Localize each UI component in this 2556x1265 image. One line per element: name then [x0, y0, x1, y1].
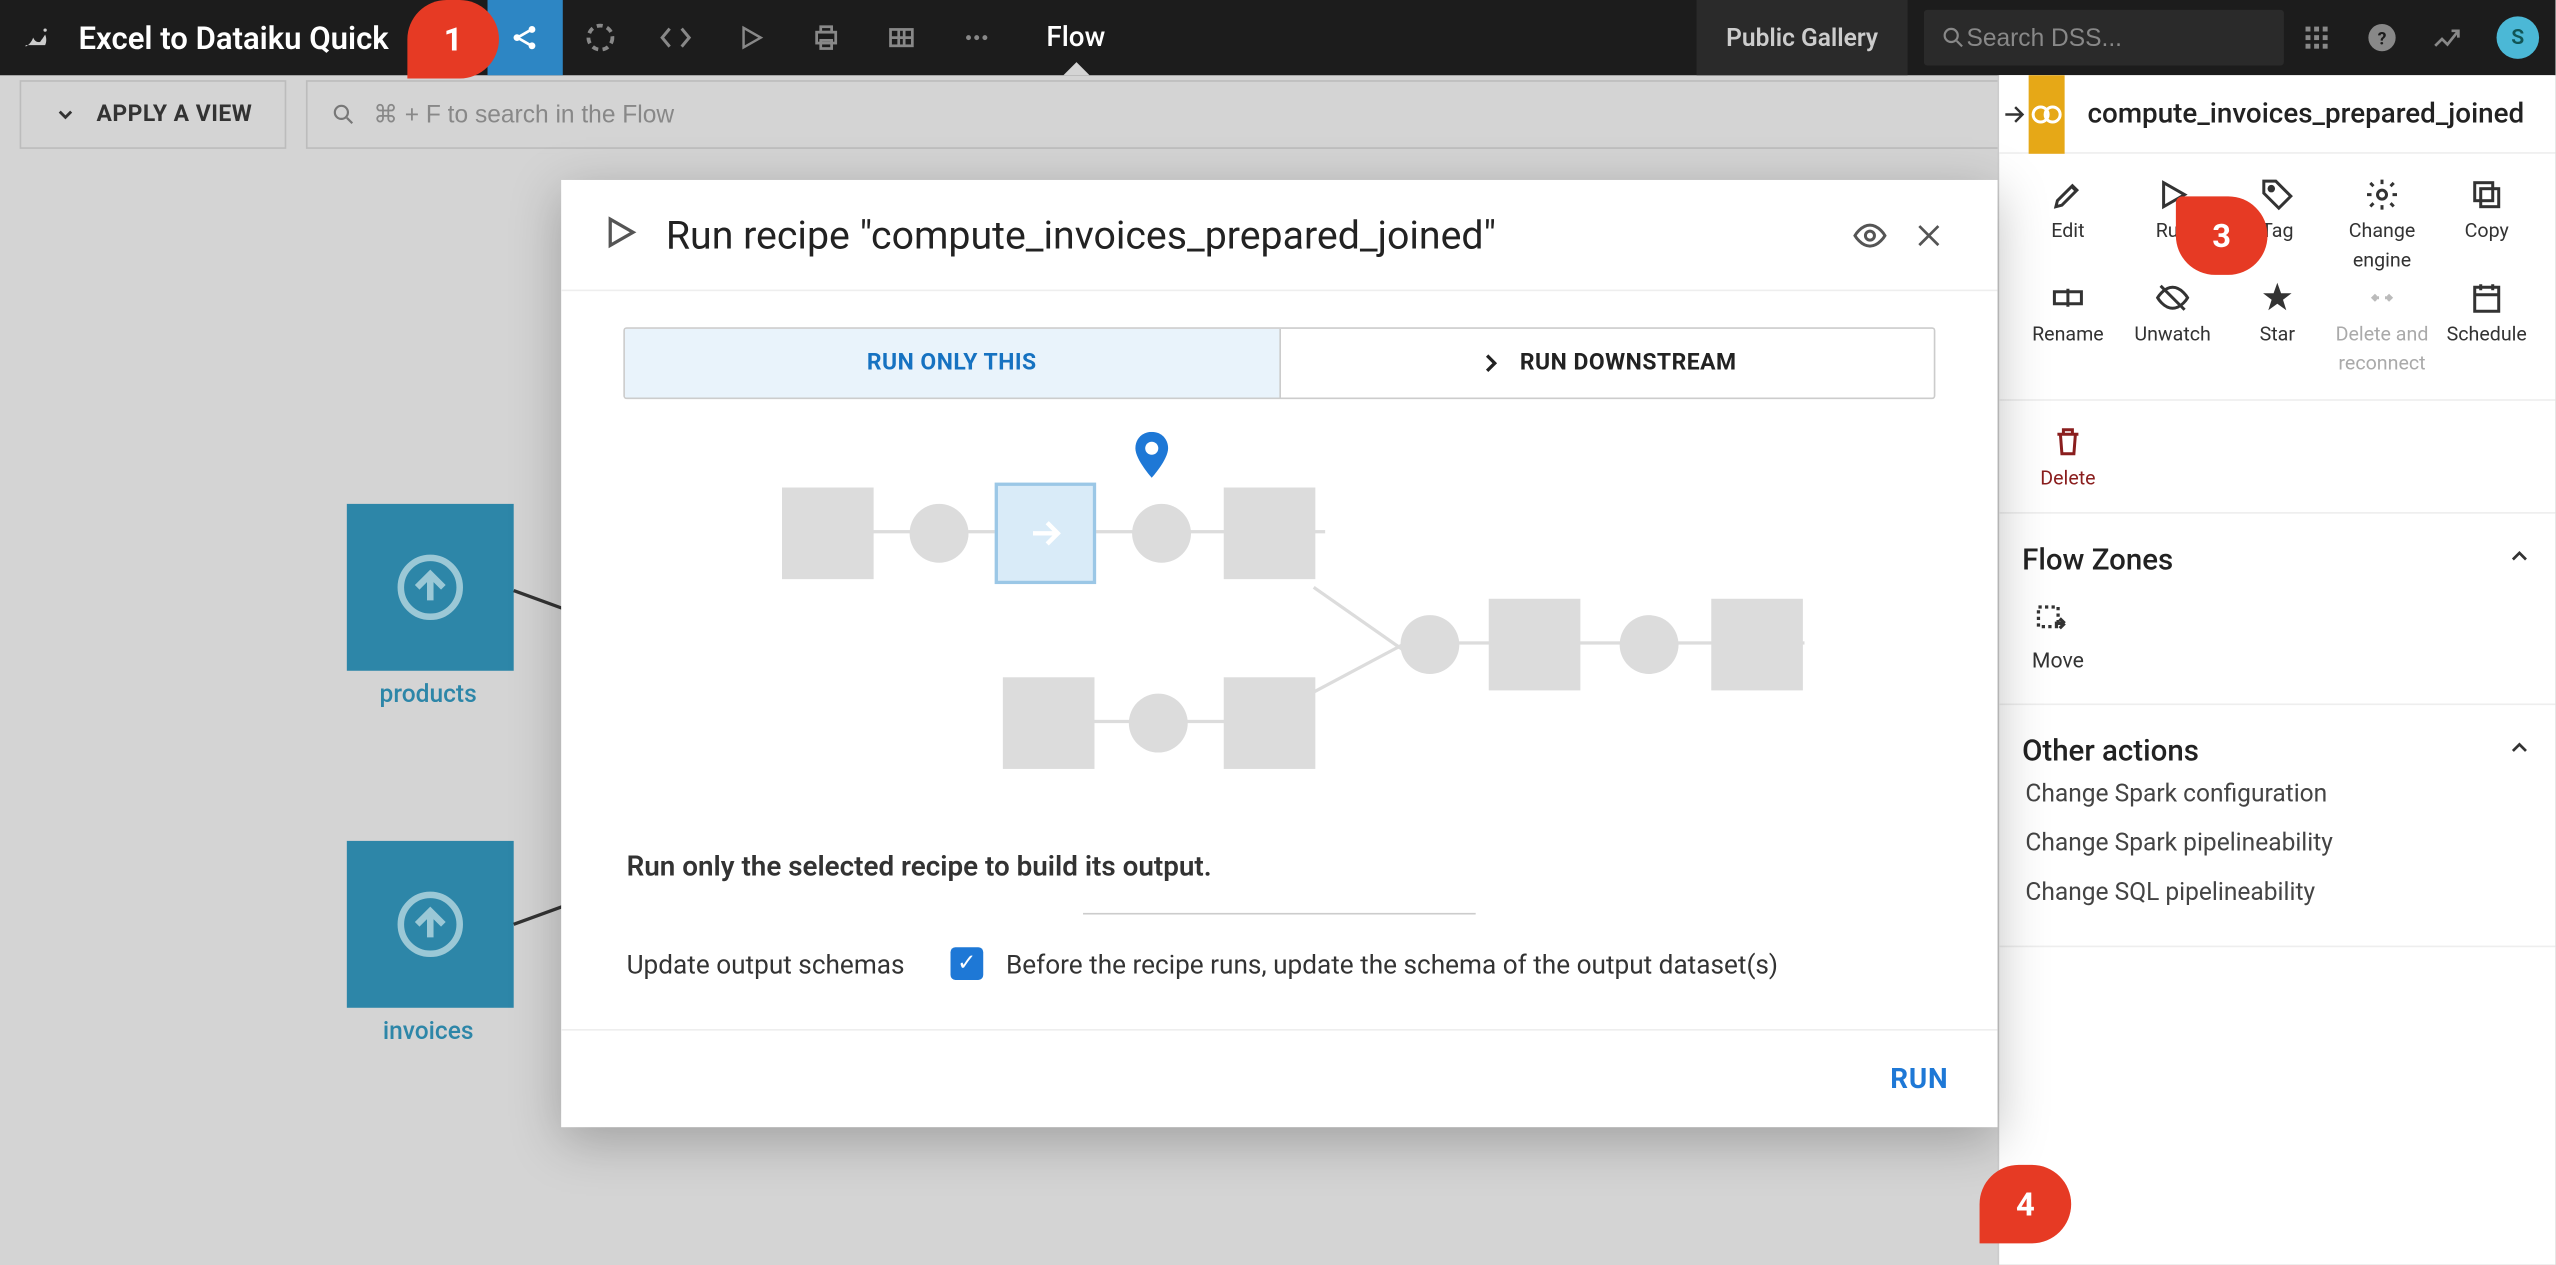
chevron-right-icon [1477, 350, 1503, 376]
update-schemas-label: Update output schemas [627, 948, 905, 979]
change-spark-config-link[interactable]: Change Spark configuration [2022, 769, 2532, 818]
annotation-1: 1 [407, 0, 499, 79]
move-icon [2032, 600, 2071, 639]
search-input[interactable] [1966, 24, 2228, 52]
tab-run-only-this[interactable]: RUN ONLY THIS [625, 329, 1280, 398]
chevron-up-icon[interactable] [2506, 544, 2532, 577]
flow-search[interactable] [306, 80, 2110, 149]
update-schemas-row: Update output schemas ✓ Before the recip… [561, 947, 1997, 1029]
copy-action[interactable]: Copy [2438, 177, 2536, 273]
divider [1083, 913, 1476, 915]
flow-zones-title: Flow Zones [2022, 543, 2173, 577]
activity-icon[interactable] [2415, 0, 2480, 75]
delete-reconnect-action: Delete and reconnect [2333, 279, 2431, 375]
modal-footer: RUN [561, 1029, 1997, 1127]
recipe-name: compute_invoices_prepared_joined [2065, 97, 2547, 130]
star-icon [2259, 279, 2295, 315]
preview-icon[interactable] [1841, 205, 1900, 264]
copy-icon [2469, 177, 2505, 213]
close-icon[interactable] [1899, 205, 1958, 264]
grid-icon[interactable] [863, 0, 938, 75]
update-schemas-text: Before the recipe runs, update the schem… [1006, 948, 1778, 979]
search-icon [331, 101, 357, 127]
print-icon[interactable] [788, 0, 863, 75]
run-recipe-modal: Run recipe "compute_invoices_prepared_jo… [561, 180, 1997, 1127]
tab-flow[interactable]: Flow [1014, 0, 1138, 75]
delete-reconnect-icon [2364, 279, 2400, 315]
other-actions-section: Other actions Change Spark configuration… [1999, 705, 2555, 947]
apps-icon[interactable] [2284, 0, 2349, 75]
circle-dashed-icon[interactable] [562, 0, 637, 75]
recipe-type-icon [2029, 74, 2065, 153]
public-gallery-link[interactable]: Public Gallery [1697, 0, 1908, 75]
annotation-3: 3 [2176, 196, 2268, 275]
code-icon[interactable] [637, 0, 712, 75]
svg-text:?: ? [2378, 29, 2387, 49]
play-icon[interactable] [713, 0, 788, 75]
collapse-panel-button[interactable] [1999, 75, 2028, 152]
dataset-products-label: products [380, 679, 477, 708]
more-icon[interactable] [938, 0, 1013, 75]
project-title[interactable]: Excel to Dataiku Quick [75, 19, 388, 57]
dataset-products[interactable] [347, 504, 514, 671]
flow-preview [561, 429, 1997, 838]
copy-icon[interactable] [2547, 96, 2556, 132]
star-action[interactable]: Star [2228, 279, 2326, 375]
calendar-icon [2469, 279, 2505, 315]
annotation-4: 4 [1980, 1165, 2072, 1244]
pencil-icon [2050, 177, 2086, 213]
tag-icon [2259, 177, 2295, 213]
trash-icon [2050, 423, 2086, 459]
rename-action[interactable]: Rename [2019, 279, 2117, 375]
avatar[interactable]: S [2497, 16, 2540, 59]
unwatch-action[interactable]: Unwatch [2124, 279, 2222, 375]
tab-run-downstream[interactable]: RUN DOWNSTREAM [1280, 329, 1934, 398]
flow-zones-section: Flow Zones Move [1999, 514, 2555, 705]
apply-view-button[interactable]: APPLY A VIEW [20, 80, 287, 149]
dataset-invoices-label: invoices [383, 1016, 474, 1045]
schedule-action[interactable]: Schedule [2438, 279, 2536, 375]
change-sql-pipeline-link[interactable]: Change SQL pipelineability [2022, 867, 2532, 916]
chevron-down-icon [54, 103, 77, 126]
modal-description: Run only the selected recipe to build it… [561, 851, 1997, 913]
delete-row: Delete [1999, 400, 2555, 514]
top-nav: Excel to Dataiku Quick Flow Public Galle… [0, 0, 2555, 75]
chevron-up-icon[interactable] [2506, 735, 2532, 768]
run-button[interactable]: RUN [1890, 1063, 1948, 1096]
change-engine-action[interactable]: Change engine [2333, 177, 2431, 273]
rename-icon [2050, 279, 2086, 315]
panel-header: compute_invoices_prepared_joined [1999, 75, 2555, 154]
modal-header: Run recipe "compute_invoices_prepared_jo… [561, 180, 1997, 291]
other-actions-title: Other actions [2022, 734, 2199, 768]
gear-icon [2364, 177, 2400, 213]
update-schemas-checkbox[interactable]: ✓ [950, 947, 983, 980]
unwatch-icon [2155, 279, 2191, 315]
run-mode-tabs: RUN ONLY THIS RUN DOWNSTREAM [623, 327, 1935, 399]
actions-row-1: Edit Run Tag Change engine Copy Rena [1999, 154, 2555, 400]
global-search[interactable] [1924, 10, 2284, 66]
delete-action[interactable]: Delete [2019, 423, 2117, 489]
help-icon[interactable]: ? [2349, 0, 2414, 75]
change-spark-pipeline-link[interactable]: Change Spark pipelineability [2022, 818, 2532, 867]
play-icon [600, 212, 639, 258]
flow-search-input[interactable] [373, 101, 2086, 129]
dataiku-logo[interactable] [0, 0, 75, 75]
dataset-invoices[interactable] [347, 841, 514, 1008]
edit-action[interactable]: Edit [2019, 177, 2117, 273]
modal-title: Run recipe "compute_invoices_prepared_jo… [666, 212, 1841, 258]
move-action[interactable]: Move [2022, 600, 2532, 674]
apply-view-label: APPLY A VIEW [97, 101, 253, 127]
search-icon [1940, 25, 1966, 51]
right-panel: compute_invoices_prepared_joined Edit Ru… [1999, 75, 2555, 1264]
